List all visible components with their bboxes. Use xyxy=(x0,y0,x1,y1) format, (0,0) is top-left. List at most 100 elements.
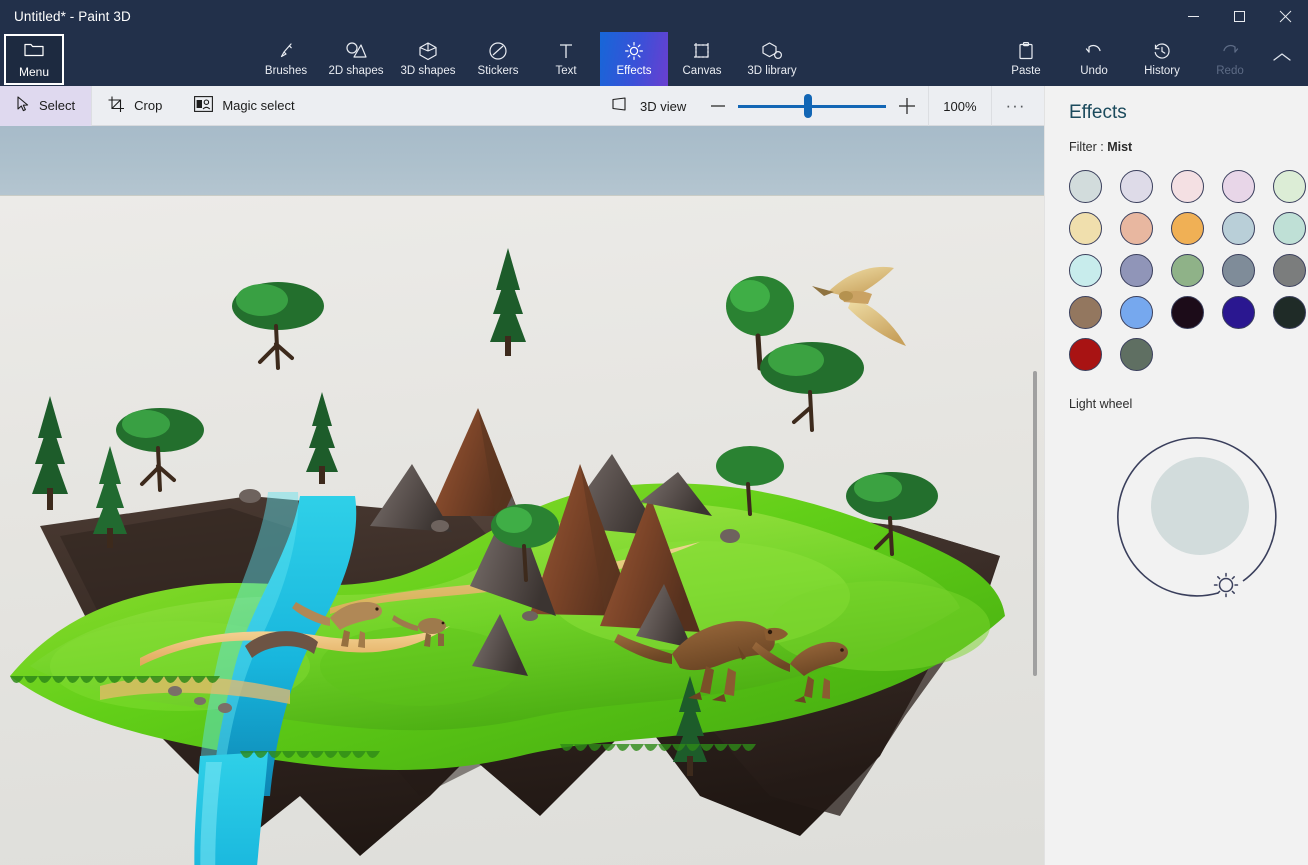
rock-5 xyxy=(168,686,182,696)
artboard[interactable] xyxy=(0,196,1044,865)
close-button[interactable] xyxy=(1262,0,1308,32)
redo-button[interactable]: Redo xyxy=(1196,32,1264,86)
3d-view-icon xyxy=(612,97,631,115)
effects-swatch-7[interactable] xyxy=(1171,212,1204,245)
3d-view-button[interactable]: 3D view xyxy=(600,86,698,126)
menu-button[interactable]: Menu xyxy=(4,34,64,85)
effects-swatch-19[interactable] xyxy=(1273,296,1306,329)
filter-value: Mist xyxy=(1107,140,1133,154)
zoom-out-button[interactable] xyxy=(698,86,738,126)
undo-icon xyxy=(1084,41,1104,61)
tab-3d-library[interactable]: 3D library xyxy=(736,32,808,86)
tree-conifer-1 xyxy=(490,248,526,356)
tree-broadleaf-1 xyxy=(232,282,324,370)
effects-swatch-3[interactable] xyxy=(1222,170,1255,203)
pterodactyl xyxy=(812,266,906,346)
tree-broadleaf-2 xyxy=(116,408,204,492)
effects-swatch-12[interactable] xyxy=(1171,254,1204,287)
effects-swatch-21[interactable] xyxy=(1120,338,1153,371)
select-tool-button[interactable]: Select xyxy=(0,85,92,126)
history-icon xyxy=(1152,41,1172,61)
effects-swatch-1[interactable] xyxy=(1120,170,1153,203)
light-wheel-svg[interactable] xyxy=(1117,427,1291,602)
chevron-up-icon xyxy=(1272,50,1292,68)
effects-swatch-20[interactable] xyxy=(1069,338,1102,371)
stickers-icon xyxy=(488,41,508,61)
3d-view-label: 3D view xyxy=(640,98,687,114)
magic-select-label: Magic select xyxy=(222,98,295,113)
effects-swatch-11[interactable] xyxy=(1120,254,1153,287)
tab-canvas[interactable]: Canvas xyxy=(668,32,736,86)
effects-swatch-2[interactable] xyxy=(1171,170,1204,203)
redo-icon xyxy=(1220,41,1240,61)
maximize-button[interactable] xyxy=(1216,0,1262,32)
window-controls xyxy=(1170,0,1308,32)
tree-conifer-3 xyxy=(93,446,127,548)
effects-swatch-grid xyxy=(1045,154,1308,371)
brush-icon xyxy=(276,41,296,61)
undo-button[interactable]: Undo xyxy=(1060,32,1128,86)
effects-swatch-8[interactable] xyxy=(1222,212,1255,245)
effects-swatch-15[interactable] xyxy=(1069,296,1102,329)
effects-swatch-4[interactable] xyxy=(1273,170,1306,203)
effects-icon xyxy=(624,41,644,61)
light-wheel-center-preview xyxy=(1151,457,1249,555)
rock-2 xyxy=(431,520,449,532)
filter-label: Filter : xyxy=(1069,140,1104,154)
sun-icon xyxy=(1213,572,1239,598)
effects-swatch-13[interactable] xyxy=(1222,254,1255,287)
crop-tool-button[interactable]: Crop xyxy=(92,86,178,126)
filter-row: Filter : Mist xyxy=(1045,124,1308,154)
cursor-icon xyxy=(16,96,30,115)
tab-stickers[interactable]: Stickers xyxy=(464,32,532,86)
tab-2d-shapes[interactable]: 2D shapes xyxy=(320,32,392,86)
collapse-ribbon-button[interactable] xyxy=(1262,32,1302,86)
light-wheel-label: Light wheel xyxy=(1069,397,1133,411)
zoom-slider-thumb[interactable] xyxy=(804,94,813,118)
effects-swatch-0[interactable] xyxy=(1069,170,1102,203)
canvas-sky-band xyxy=(0,126,1044,196)
paste-icon xyxy=(1016,41,1036,61)
light-wheel-control[interactable] xyxy=(1045,411,1308,621)
tab-brushes[interactable]: Brushes xyxy=(252,32,320,86)
effects-swatch-14[interactable] xyxy=(1273,254,1306,287)
minimize-button[interactable] xyxy=(1170,0,1216,32)
canvas-icon xyxy=(692,41,712,61)
zoom-in-button[interactable] xyxy=(886,86,928,126)
effects-swatch-6[interactable] xyxy=(1120,212,1153,245)
tab-3d-shapes[interactable]: 3D shapes xyxy=(392,32,464,86)
tab-3d-shapes-label: 3D shapes xyxy=(400,64,456,77)
paste-button[interactable]: Paste xyxy=(992,32,1060,86)
tab-effects[interactable]: Effects xyxy=(600,32,668,86)
tab-stickers-label: Stickers xyxy=(477,64,519,77)
rock-6 xyxy=(194,697,206,705)
main-ribbon: Menu Brushes 2D shapes 3D shapes Sticker… xyxy=(0,32,1308,86)
tab-text-label: Text xyxy=(555,64,577,77)
menu-button-label: Menu xyxy=(18,64,50,79)
zoom-slider-track xyxy=(738,104,887,108)
more-options-button[interactable]: ··· xyxy=(992,96,1040,116)
history-button[interactable]: History xyxy=(1128,32,1196,86)
zoom-slider[interactable] xyxy=(738,86,887,126)
text-icon xyxy=(556,41,576,61)
canvas-area[interactable] xyxy=(0,126,1044,865)
canvas-vertical-scrollbar[interactable] xyxy=(1033,371,1037,676)
titlebar: Untitled* - Paint 3D xyxy=(0,0,1308,32)
view-zoom-group: 3D view 100% ··· xyxy=(600,86,1039,126)
ribbon-action-group: Paste Undo History Redo xyxy=(992,32,1264,86)
effects-swatch-9[interactable] xyxy=(1273,212,1306,245)
magic-select-button[interactable]: Magic select xyxy=(178,86,310,126)
tab-text[interactable]: Text xyxy=(532,32,600,86)
effects-panel: Effects Filter : Mist Light wheel xyxy=(1044,86,1308,865)
zoom-level-label: 100% xyxy=(943,98,977,114)
effects-swatch-18[interactable] xyxy=(1222,296,1255,329)
effects-swatch-17[interactable] xyxy=(1171,296,1204,329)
tab-effects-label: Effects xyxy=(616,64,652,77)
magic-select-icon xyxy=(194,96,214,115)
crop-tool-label: Crop xyxy=(134,98,163,113)
effects-swatch-16[interactable] xyxy=(1120,296,1153,329)
effects-swatch-10[interactable] xyxy=(1069,254,1102,287)
effects-swatch-5[interactable] xyxy=(1069,212,1102,245)
window-title: Untitled* - Paint 3D xyxy=(14,8,131,24)
paste-button-label: Paste xyxy=(1011,64,1041,77)
